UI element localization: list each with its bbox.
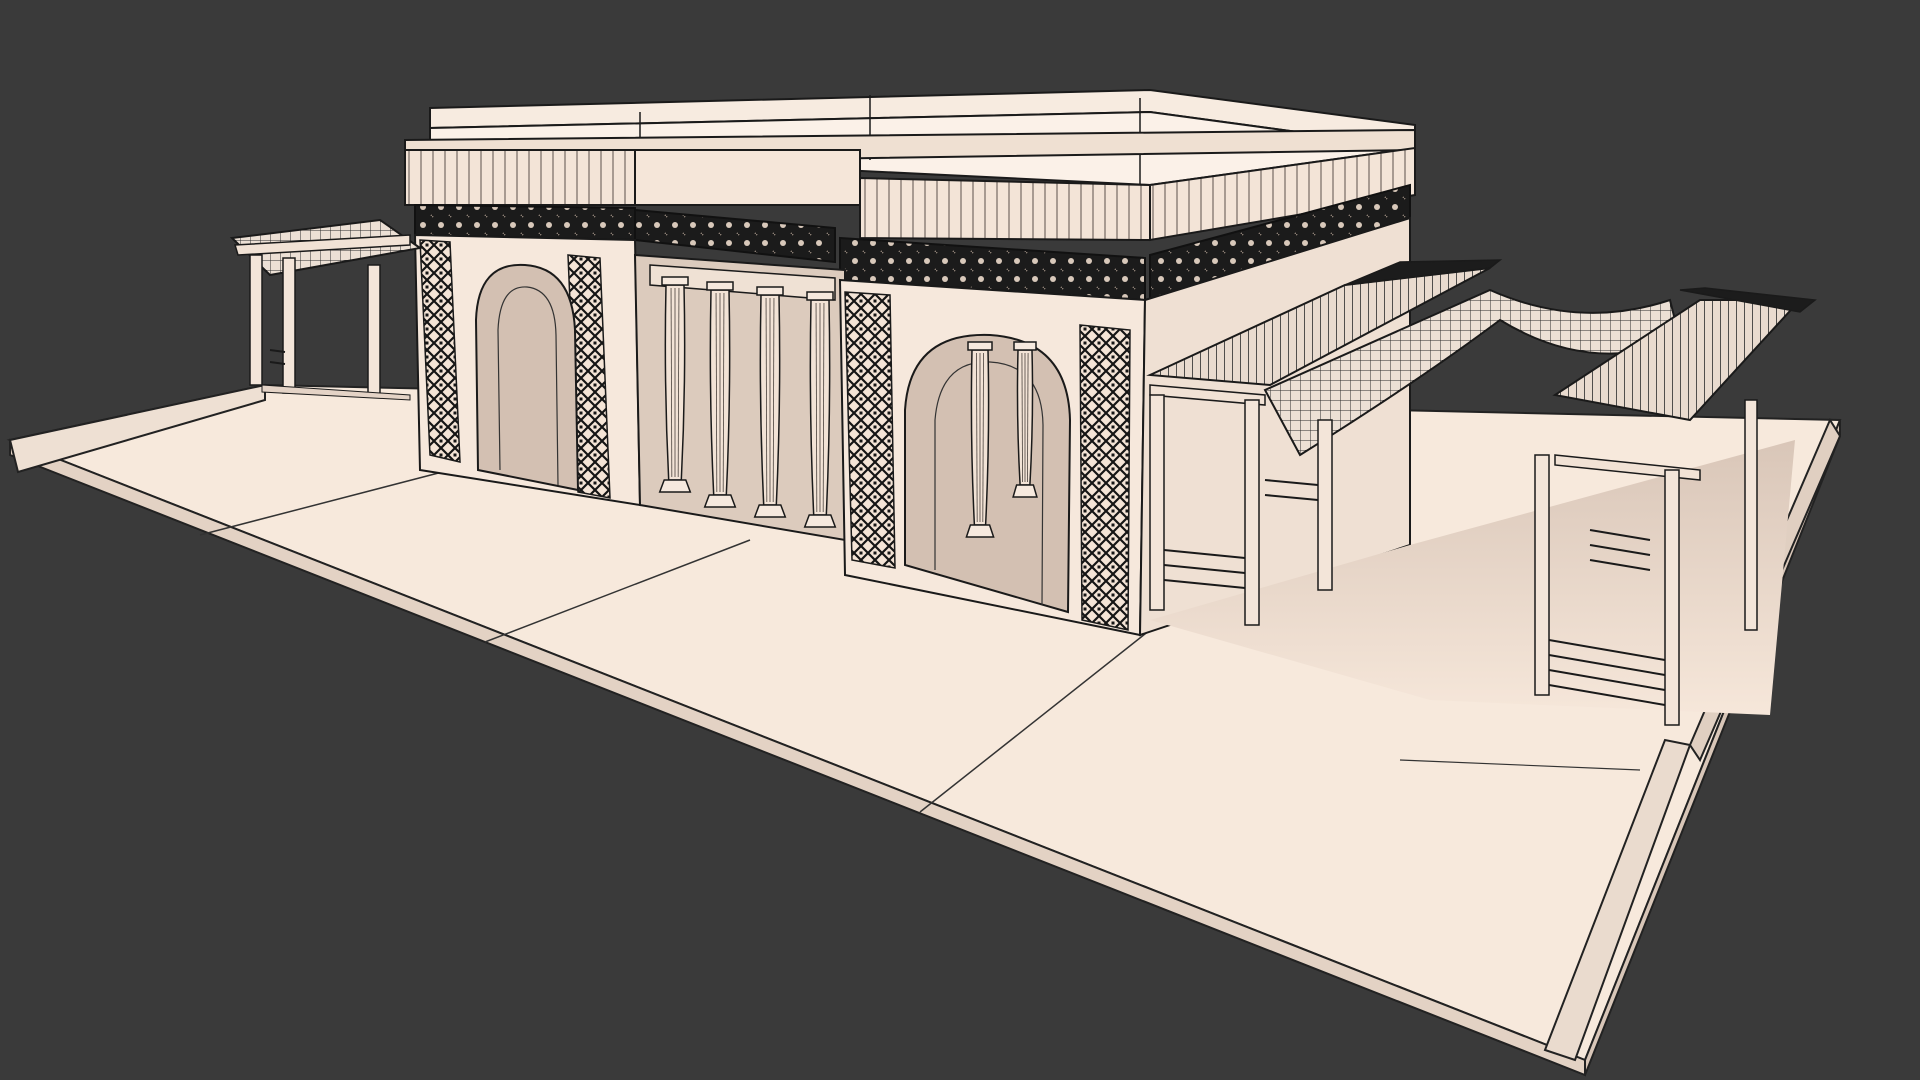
architectural-model-render [6, 88, 1842, 1077]
render-viewport [0, 0, 1920, 1080]
left-pergola [229, 218, 423, 401]
